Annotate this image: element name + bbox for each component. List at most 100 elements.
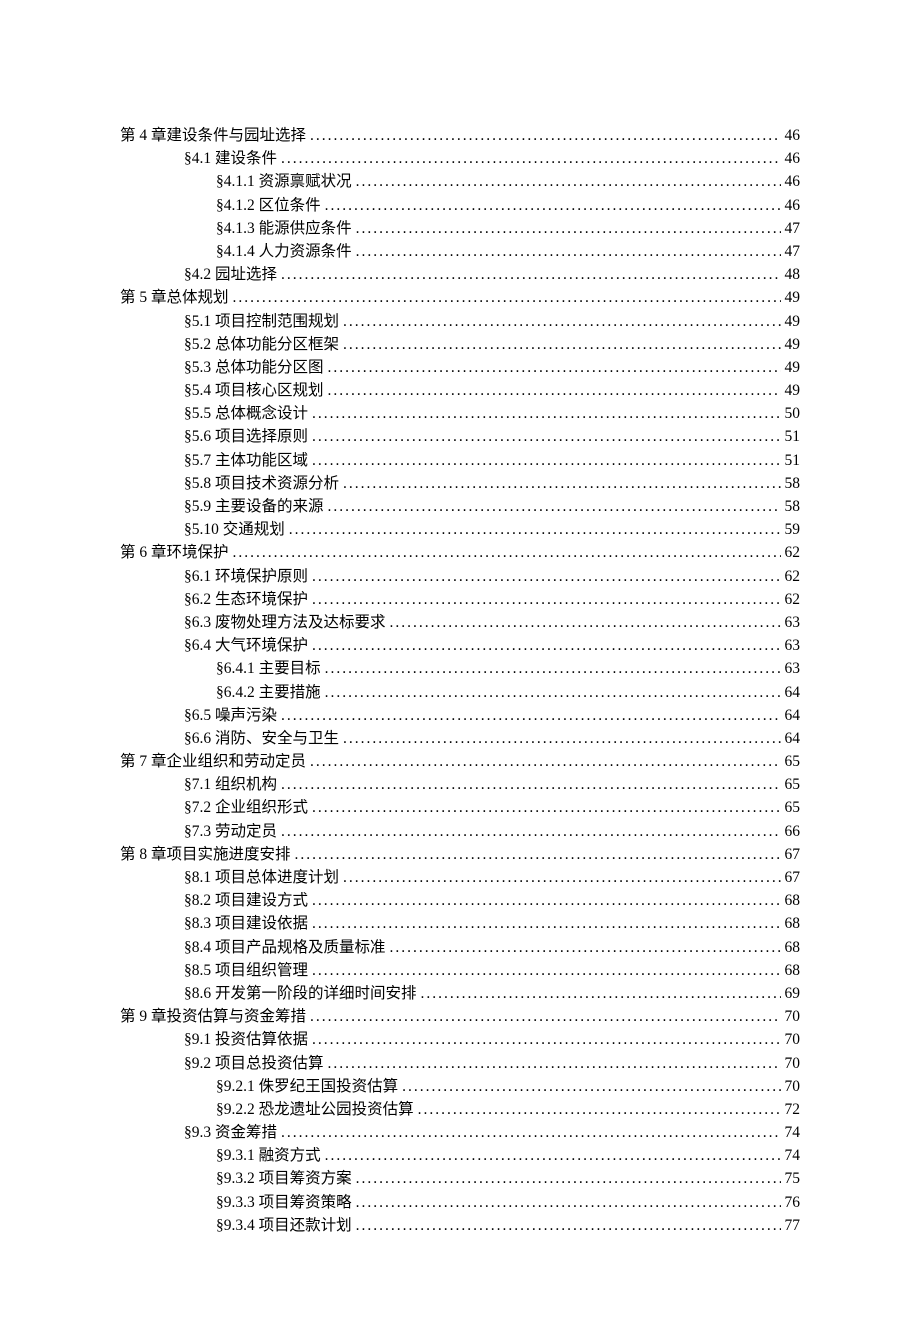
toc-row: §7.2 企业组织形式 65 xyxy=(120,797,800,819)
toc-page-number: 46 xyxy=(785,148,801,170)
toc-row: §8.2 项目建设方式 68 xyxy=(120,890,800,912)
toc-row: §9.2 项目总投资估算 70 xyxy=(120,1053,800,1075)
toc-leader-dots xyxy=(289,519,781,541)
toc-page-number: 65 xyxy=(785,774,801,796)
toc-page-number: 46 xyxy=(785,171,801,193)
toc-page-number: 49 xyxy=(785,357,801,379)
toc-row: §6.4.1 主要目标 63 xyxy=(120,658,800,680)
toc-label: §5.2 总体功能分区框架 xyxy=(184,334,339,356)
toc-page-number: 74 xyxy=(785,1122,801,1144)
toc-page-number: 65 xyxy=(785,751,801,773)
toc-page-number: 46 xyxy=(785,195,801,217)
toc-label: §7.1 组织机构 xyxy=(184,774,277,796)
toc-row: §8.6 开发第一阶段的详细时间安排 69 xyxy=(120,983,800,1005)
toc-label: §8.2 项目建设方式 xyxy=(184,890,308,912)
toc-page-number: 49 xyxy=(785,334,801,356)
toc-row: §4.1.1 资源禀赋状况 46 xyxy=(120,171,800,193)
toc-leader-dots xyxy=(312,589,780,611)
toc-label: §6.1 环境保护原则 xyxy=(184,566,308,588)
toc-page-number: 70 xyxy=(785,1029,801,1051)
toc-page-number: 51 xyxy=(785,426,801,448)
toc-leader-dots xyxy=(356,1192,781,1214)
toc-label: §5.10 交通规划 xyxy=(184,519,285,541)
toc-leader-dots xyxy=(356,1168,781,1190)
toc-page-number: 63 xyxy=(785,612,801,634)
toc-row: 第 4 章建设条件与园址选择 46 xyxy=(120,125,800,147)
toc-row: §5.8 项目技术资源分析 58 xyxy=(120,473,800,495)
toc-leader-dots xyxy=(343,728,780,750)
toc-leader-dots xyxy=(312,960,780,982)
toc-label: 第 8 章项目实施进度安排 xyxy=(120,844,291,866)
toc-leader-dots xyxy=(310,751,780,773)
toc-row: §6.4.2 主要措施 64 xyxy=(120,682,800,704)
toc-leader-dots xyxy=(325,658,781,680)
toc-page-number: 58 xyxy=(785,496,801,518)
toc-page-number: 63 xyxy=(785,658,801,680)
toc-leader-dots xyxy=(312,913,780,935)
toc-page-number: 59 xyxy=(785,519,801,541)
toc-page-number: 66 xyxy=(785,821,801,843)
toc-row: §9.3.4 项目还款计划 77 xyxy=(120,1215,800,1237)
toc-leader-dots xyxy=(295,844,781,866)
toc-leader-dots xyxy=(312,635,780,657)
toc-leader-dots xyxy=(421,983,781,1005)
toc-page-number: 65 xyxy=(785,797,801,819)
toc-page-number: 49 xyxy=(785,287,801,309)
toc-label: §9.3.1 融资方式 xyxy=(216,1145,321,1167)
toc-label: §9.2 项目总投资估算 xyxy=(184,1053,324,1075)
toc-row: §9.3.3 项目筹资策略 76 xyxy=(120,1192,800,1214)
toc-leader-dots xyxy=(325,1145,781,1167)
toc-row: §4.2 园址选择 48 xyxy=(120,264,800,286)
toc-page-number: 58 xyxy=(785,473,801,495)
toc-label: §6.2 生态环境保护 xyxy=(184,589,308,611)
toc-label: §4.2 园址选择 xyxy=(184,264,277,286)
toc-label: 第 9 章投资估算与资金筹措 xyxy=(120,1006,306,1028)
toc-row: §9.2.2 恐龙遗址公园投资估算 72 xyxy=(120,1099,800,1121)
toc-label: §6.4.2 主要措施 xyxy=(216,682,321,704)
toc-label: 第 4 章建设条件与园址选择 xyxy=(120,125,306,147)
toc-label: §9.3.4 项目还款计划 xyxy=(216,1215,352,1237)
toc-leader-dots xyxy=(233,287,781,309)
toc-label: §5.8 项目技术资源分析 xyxy=(184,473,339,495)
toc-row: §9.1 投资估算依据 70 xyxy=(120,1029,800,1051)
toc-label: 第 5 章总体规划 xyxy=(120,287,229,309)
toc-leader-dots xyxy=(328,357,781,379)
toc-leader-dots xyxy=(310,1006,780,1028)
toc-page-number: 48 xyxy=(785,264,801,286)
toc-page-number: 68 xyxy=(785,890,801,912)
toc-label: §5.9 主要设备的来源 xyxy=(184,496,324,518)
toc-leader-dots xyxy=(312,426,780,448)
toc-label: §9.2.2 恐龙遗址公园投资估算 xyxy=(216,1099,414,1121)
toc-label: §8.6 开发第一阶段的详细时间安排 xyxy=(184,983,417,1005)
toc-page-number: 62 xyxy=(785,589,801,611)
toc-row: §9.3.2 项目筹资方案 75 xyxy=(120,1168,800,1190)
toc-row: §4.1.2 区位条件 46 xyxy=(120,195,800,217)
toc-page-number: 70 xyxy=(785,1076,801,1098)
toc-label: 第 7 章企业组织和劳动定员 xyxy=(120,751,306,773)
toc-row: §6.6 消防、安全与卫生 64 xyxy=(120,728,800,750)
toc-leader-dots xyxy=(418,1099,781,1121)
toc-leader-dots xyxy=(312,1029,780,1051)
toc-row: §5.10 交通规划 59 xyxy=(120,519,800,541)
toc-row: 第 5 章总体规划 49 xyxy=(120,287,800,309)
toc-page-number: 67 xyxy=(785,867,801,889)
toc-row: §4.1 建设条件 46 xyxy=(120,148,800,170)
toc-page-number: 69 xyxy=(785,983,801,1005)
toc-row: §9.2.1 侏罗纪王国投资估算 70 xyxy=(120,1076,800,1098)
toc-label: §4.1.4 人力资源条件 xyxy=(216,241,352,263)
toc-leader-dots xyxy=(281,705,780,727)
toc-page-number: 70 xyxy=(785,1006,801,1028)
toc-row: §9.3.1 融资方式 74 xyxy=(120,1145,800,1167)
toc-page-number: 62 xyxy=(785,542,801,564)
toc-row: §9.3 资金筹措 74 xyxy=(120,1122,800,1144)
toc-row: §8.1 项目总体进度计划 67 xyxy=(120,867,800,889)
toc-page-number: 47 xyxy=(785,218,801,240)
toc-row: §4.1.3 能源供应条件 47 xyxy=(120,218,800,240)
toc-row: §7.1 组织机构 65 xyxy=(120,774,800,796)
toc-leader-dots xyxy=(390,612,781,634)
toc-page-number: 49 xyxy=(785,380,801,402)
toc-row: §4.1.4 人力资源条件 47 xyxy=(120,241,800,263)
toc-label: §4.1.3 能源供应条件 xyxy=(216,218,352,240)
toc-leader-dots xyxy=(281,821,780,843)
toc-label: §9.3.2 项目筹资方案 xyxy=(216,1168,352,1190)
